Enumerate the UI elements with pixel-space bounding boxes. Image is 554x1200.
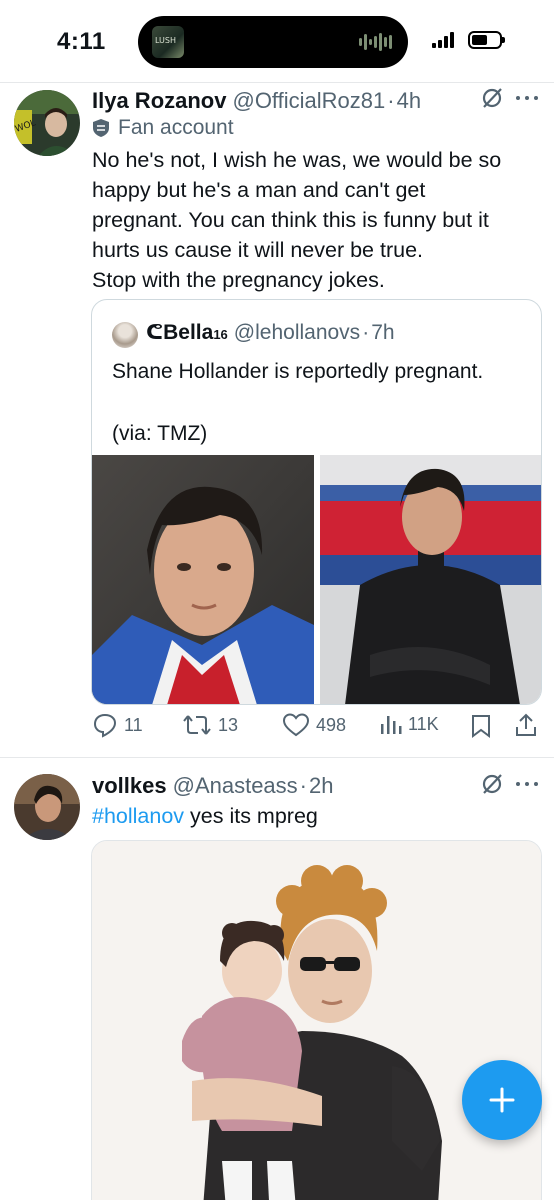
quote-header: ᕦ Bella 16 @lehollanovs · 7h bbox=[146, 320, 395, 345]
views-icon bbox=[381, 716, 402, 734]
fan-account-text: Fan account bbox=[118, 116, 234, 139]
quote-author-handle[interactable]: @lehollanovs bbox=[234, 321, 360, 345]
share-icon bbox=[516, 713, 536, 736]
quote-name-glyph: ᕦ bbox=[146, 321, 164, 344]
share-button[interactable] bbox=[514, 712, 538, 738]
tweet-timestamp[interactable]: 2h bbox=[309, 773, 333, 799]
fan-account-label: Fan account bbox=[92, 116, 234, 140]
quote-avatar[interactable] bbox=[112, 322, 138, 348]
tweet-timestamp[interactable]: 4h bbox=[397, 88, 421, 114]
retweet-button[interactable]: 13 bbox=[182, 712, 238, 738]
quote-text: Shane Hollander is reportedly pregnant. … bbox=[112, 360, 484, 445]
like-icon bbox=[282, 713, 310, 737]
quote-name-sup: 16 bbox=[213, 327, 228, 342]
separator-dot: · bbox=[299, 773, 307, 798]
grok-icon[interactable] bbox=[480, 86, 504, 110]
top-divider bbox=[0, 82, 554, 83]
reply-count: 11 bbox=[124, 714, 143, 735]
hashtag-link[interactable]: #hollanov bbox=[92, 804, 184, 828]
status-time: 4:11 bbox=[57, 28, 106, 55]
separator-dot: · bbox=[387, 88, 395, 113]
views-count: 11K bbox=[408, 713, 439, 734]
status-bar: 4:11 LUSH bbox=[0, 0, 554, 84]
tweet-text-line: No he's not, I wish he was, we would be … bbox=[92, 148, 502, 172]
bookmark-icon bbox=[472, 715, 490, 738]
tweet-text-rest: yes its mpreg bbox=[184, 804, 318, 828]
author-name[interactable]: vollkes bbox=[92, 773, 167, 799]
tweet-actions: 11 13 498 11K bbox=[0, 704, 554, 748]
like-count: 498 bbox=[316, 714, 347, 735]
fan-account-shield-icon bbox=[93, 119, 109, 137]
views-button[interactable]: 11K bbox=[378, 712, 439, 736]
tweet-text-line: Stop with the pregnancy jokes. bbox=[92, 268, 385, 292]
quoted-tweet[interactable]: ᕦ Bella 16 @lehollanovs · 7h Shane Holla… bbox=[91, 299, 542, 705]
now-playing-artwork: LUSH bbox=[152, 26, 184, 58]
more-icon[interactable] bbox=[516, 96, 538, 102]
reply-button[interactable]: 11 bbox=[92, 712, 143, 738]
tweet-text: No he's not, I wish he was, we would be … bbox=[92, 145, 542, 295]
now-playing-label: LUSH bbox=[155, 36, 177, 45]
retweet-icon bbox=[183, 715, 211, 735]
tweet-text: #hollanov yes its mpreg bbox=[92, 801, 542, 831]
more-icon[interactable] bbox=[516, 782, 538, 788]
compose-plus-icon bbox=[489, 1087, 515, 1113]
reply-icon bbox=[93, 713, 117, 738]
separator-dot: · bbox=[362, 321, 370, 344]
tweet-text-line: hurts us cause it will never be true. bbox=[92, 238, 424, 262]
tweet-text-line: happy but he's a man and can't get bbox=[92, 178, 426, 202]
retweet-count: 13 bbox=[218, 714, 239, 735]
battery-icon bbox=[468, 31, 505, 49]
tweet-divider bbox=[0, 757, 554, 758]
grok-icon[interactable] bbox=[480, 772, 504, 796]
tweet-header: vollkes @Anasteass · 2h bbox=[92, 773, 333, 799]
quote-photo-1[interactable] bbox=[92, 455, 314, 704]
cellular-signal-icon bbox=[432, 32, 454, 48]
compose-button[interactable] bbox=[462, 1060, 542, 1140]
quote-photo-2[interactable] bbox=[320, 455, 541, 704]
like-button[interactable]: 498 bbox=[282, 712, 346, 738]
bookmark-button[interactable] bbox=[470, 714, 492, 738]
author-handle[interactable]: @OfficialRoz81 bbox=[232, 88, 385, 114]
avatar[interactable] bbox=[14, 774, 80, 840]
dynamic-island[interactable]: LUSH bbox=[138, 16, 408, 68]
quote-timestamp[interactable]: 7h bbox=[371, 321, 394, 345]
tweet-header: Ilya Rozanov @OfficialRoz81 · 4h bbox=[92, 88, 421, 114]
quote-author-name[interactable]: Bella bbox=[163, 321, 213, 345]
audio-waveform-icon bbox=[359, 33, 392, 51]
tweet-text-line: pregnant. You can think this is funny bu… bbox=[92, 208, 489, 232]
author-handle[interactable]: @Anasteass bbox=[173, 773, 298, 799]
avatar[interactable]: WOL bbox=[14, 90, 80, 156]
author-name[interactable]: Ilya Rozanov bbox=[92, 88, 226, 114]
tweet-image[interactable] bbox=[91, 840, 542, 1200]
